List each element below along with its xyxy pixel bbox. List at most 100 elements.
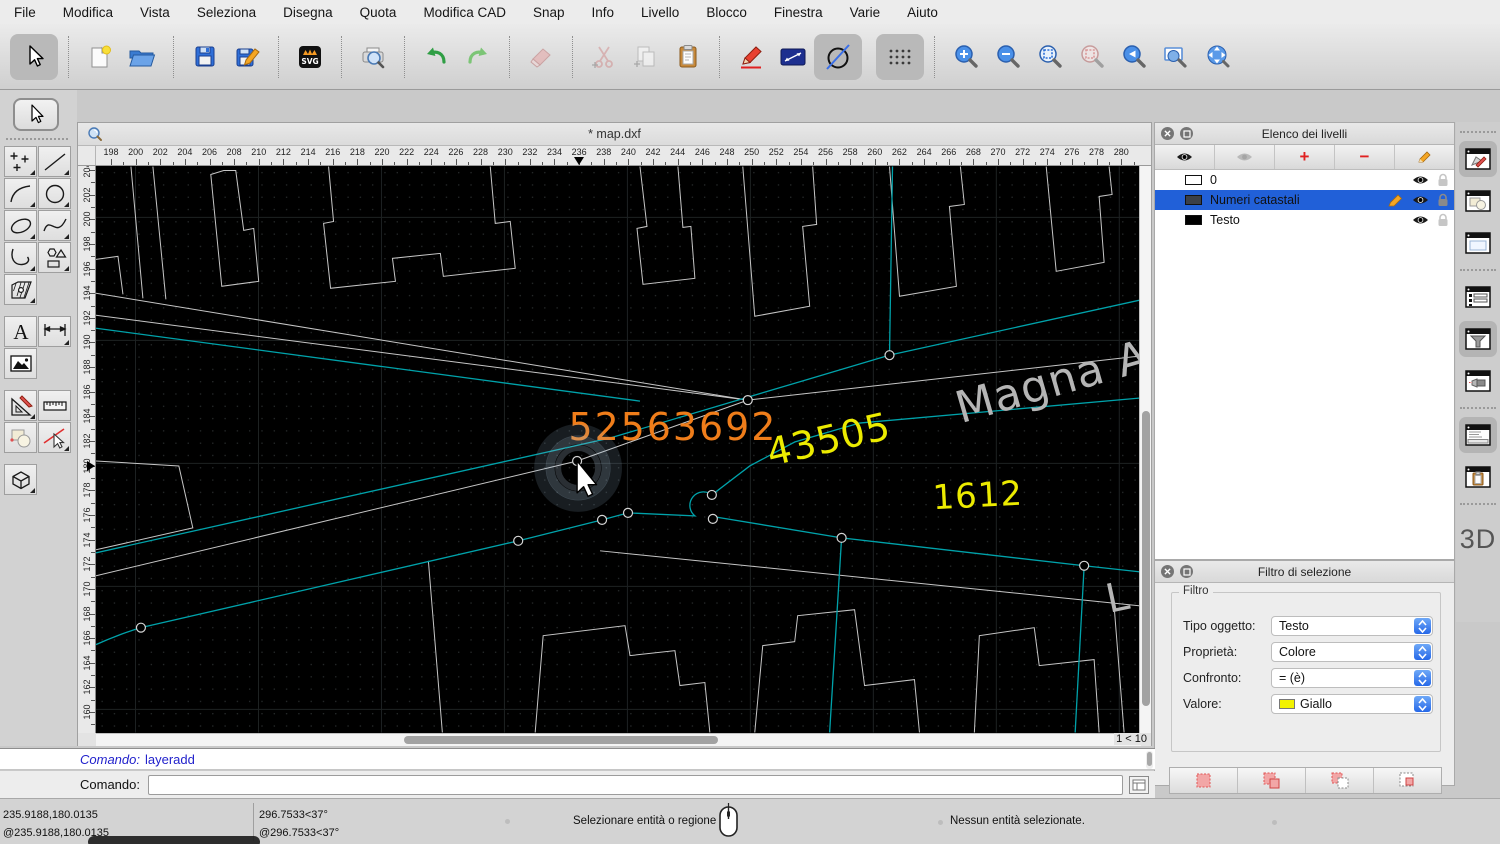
select-mode-add-button[interactable] xyxy=(1238,768,1306,793)
keypad-button[interactable] xyxy=(1129,776,1149,794)
select-tool-button[interactable] xyxy=(10,34,58,80)
stepper-chevrons-icon[interactable] xyxy=(1414,618,1431,634)
grid-toggle-button[interactable] xyxy=(876,34,924,80)
box-3d-tool[interactable] xyxy=(4,464,37,495)
menu-item-livello[interactable]: Livello xyxy=(641,5,679,20)
menu-item-modifica[interactable]: Modifica xyxy=(63,5,113,20)
boolean-tool[interactable] xyxy=(4,422,37,453)
add-layer-button[interactable]: + xyxy=(1275,145,1335,169)
svg-export-button[interactable]: SVG xyxy=(289,34,331,80)
arc-tool[interactable] xyxy=(4,178,37,209)
canvas-horizontal-scrollbar[interactable] xyxy=(96,733,1141,746)
filter-select-3[interactable]: = (è) xyxy=(1271,668,1433,688)
layer-row-0[interactable]: 0 xyxy=(1155,170,1454,190)
paste-button[interactable] xyxy=(667,34,709,80)
vertex-node[interactable] xyxy=(598,515,607,524)
hatch-tool[interactable] xyxy=(4,274,37,305)
vertex-node[interactable] xyxy=(1080,561,1089,570)
text-tool[interactable]: A xyxy=(4,316,37,347)
clipboard-panel-button[interactable] xyxy=(1459,459,1497,495)
filter-select-4[interactable]: Giallo xyxy=(1271,694,1433,714)
select-mode-intersect-button[interactable] xyxy=(1374,768,1441,793)
drawing-canvas[interactable]: 52563692435051612Magna AL xyxy=(96,166,1139,733)
zoom-in-button[interactable] xyxy=(945,34,987,80)
menu-item-info[interactable]: Info xyxy=(592,5,615,20)
vertical-scroll-thumb[interactable] xyxy=(1142,411,1150,706)
pan-button[interactable] xyxy=(1197,34,1239,80)
stepper-chevrons-icon[interactable] xyxy=(1414,670,1431,686)
layer-list-panel-button[interactable] xyxy=(1459,279,1497,315)
menu-item-snap[interactable]: Snap xyxy=(533,5,565,20)
save-as-button[interactable] xyxy=(226,34,268,80)
palette-select-tool[interactable] xyxy=(13,98,59,131)
collapse-panel-button[interactable] xyxy=(1180,127,1193,140)
vertex-node[interactable] xyxy=(136,623,145,632)
visibility-eye-icon[interactable] xyxy=(1412,174,1429,186)
vertex-node[interactable] xyxy=(708,514,717,523)
drawing-tools-panel-button[interactable] xyxy=(1459,141,1497,177)
vertex-node[interactable] xyxy=(707,490,716,499)
selection-filter-panel-button[interactable] xyxy=(1459,321,1497,357)
history-scrollbar[interactable] xyxy=(1146,751,1153,769)
vertex-node[interactable] xyxy=(743,396,752,405)
zoom-previous-button[interactable] xyxy=(1113,34,1155,80)
close-panel-button[interactable] xyxy=(1161,127,1174,140)
zoom-selection-button[interactable] xyxy=(1071,34,1113,80)
zoom-extents-button[interactable] xyxy=(1029,34,1071,80)
erase-button[interactable] xyxy=(520,34,562,80)
visibility-eye-icon[interactable] xyxy=(1412,194,1429,206)
layer-row-testo[interactable]: Testo xyxy=(1155,210,1454,230)
show-layer-button[interactable] xyxy=(1155,145,1215,169)
canvas-vertical-scrollbar[interactable] xyxy=(1139,166,1151,733)
polyline-tool[interactable] xyxy=(4,242,37,273)
dimension-tool[interactable] xyxy=(38,316,71,347)
close-panel-button[interactable] xyxy=(1161,565,1174,578)
zoom-out-button[interactable] xyxy=(987,34,1029,80)
remove-layer-button[interactable]: − xyxy=(1335,145,1395,169)
command-panel-button[interactable] xyxy=(1459,417,1497,453)
polygon-tool[interactable] xyxy=(38,242,71,273)
properties-panel-button[interactable] xyxy=(1459,225,1497,261)
open-file-button[interactable] xyxy=(121,34,163,80)
collapse-panel-button[interactable] xyxy=(1180,565,1193,578)
lock-icon[interactable] xyxy=(1437,193,1449,207)
stepper-chevrons-icon[interactable] xyxy=(1414,644,1431,660)
measure-tool[interactable] xyxy=(38,390,71,421)
layer-row-numeri-catastali[interactable]: Numeri catastali xyxy=(1155,190,1454,210)
menu-item-disegna[interactable]: Disegna xyxy=(283,5,333,20)
line-tool[interactable] xyxy=(38,146,71,177)
freehand-draw-button[interactable] xyxy=(730,34,772,80)
trim-tool[interactable] xyxy=(38,422,71,453)
zoom-window-button[interactable] xyxy=(1155,34,1197,80)
vertex-node[interactable] xyxy=(623,508,632,517)
menu-item-modifica-cad[interactable]: Modifica CAD xyxy=(423,5,506,20)
dimension-tool-button[interactable] xyxy=(772,34,814,80)
filter-select-2[interactable]: Colore xyxy=(1271,642,1433,662)
cut-button[interactable] xyxy=(583,34,625,80)
stepper-chevrons-icon[interactable] xyxy=(1414,696,1431,712)
menu-item-varie[interactable]: Varie xyxy=(850,5,881,20)
print-preview-button[interactable] xyxy=(352,34,394,80)
undo-button[interactable] xyxy=(415,34,457,80)
map-text-label[interactable]: 1612 xyxy=(932,475,1024,519)
inspector-panel-button[interactable] xyxy=(1459,363,1497,399)
new-file-button[interactable] xyxy=(79,34,121,80)
points-tool[interactable] xyxy=(4,146,37,177)
visibility-eye-icon[interactable] xyxy=(1412,214,1429,226)
ellipse-tool[interactable] xyxy=(4,210,37,241)
hide-layer-button[interactable] xyxy=(1215,145,1275,169)
mode-3d-label[interactable]: 3D xyxy=(1460,524,1497,555)
lock-icon[interactable] xyxy=(1437,173,1449,187)
save-button[interactable] xyxy=(184,34,226,80)
document-title-bar[interactable]: * map.dxf xyxy=(78,123,1151,146)
shapes-panel-button[interactable] xyxy=(1459,183,1497,219)
vertex-node[interactable] xyxy=(837,533,846,542)
menu-item-finestra[interactable]: Finestra xyxy=(774,5,823,20)
horizontal-scroll-thumb[interactable] xyxy=(404,736,718,744)
menu-item-blocco[interactable]: Blocco xyxy=(706,5,747,20)
select-mode-subtract-button[interactable] xyxy=(1306,768,1374,793)
lock-icon[interactable] xyxy=(1437,213,1449,227)
filter-select-1[interactable]: Testo xyxy=(1271,616,1433,636)
vertex-node[interactable] xyxy=(885,351,894,360)
menu-item-seleziona[interactable]: Seleziona xyxy=(197,5,256,20)
